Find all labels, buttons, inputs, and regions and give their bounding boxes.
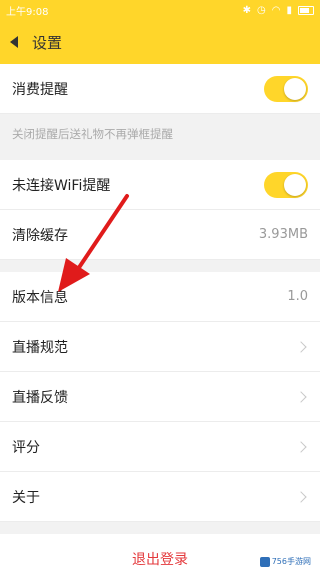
status-icons: ✱ ◷ ◠ ▮: [243, 5, 314, 16]
app-bar: 设置: [0, 20, 320, 64]
live-rules-row[interactable]: 直播规范: [0, 322, 320, 372]
version-info-row[interactable]: 版本信息 1.0: [0, 272, 320, 322]
live-feedback-label: 直播反馈: [12, 389, 68, 406]
battery-icon: [298, 5, 314, 15]
section-gap: [0, 522, 320, 534]
consumption-reminder-row: 消费提醒: [0, 64, 320, 114]
status-time: 上午9:08: [6, 6, 49, 18]
wifi-reminder-toggle[interactable]: [264, 171, 308, 198]
consumption-reminder-hint: 关闭提醒后送礼物不再弹框提醒: [0, 114, 320, 160]
watermark-logo-icon: [259, 556, 270, 567]
consumption-reminder-toggle[interactable]: [264, 75, 308, 102]
about-label: 关于: [12, 489, 40, 506]
chevron-right-icon: [295, 440, 307, 453]
cache-size-value: 3.93MB: [258, 227, 308, 242]
chevron-right-icon: [295, 340, 307, 353]
chevron-right-icon: [295, 490, 307, 503]
version-info-label: 版本信息: [12, 289, 68, 306]
version-value: 1.0: [287, 289, 308, 304]
bluetooth-icon: ✱: [242, 4, 252, 16]
toggle-knob: [284, 173, 306, 196]
watermark-text: 756手游网: [271, 557, 311, 566]
live-rules-label: 直播规范: [12, 339, 68, 356]
live-feedback-row[interactable]: 直播反馈: [0, 372, 320, 422]
rating-label: 评分: [12, 439, 40, 456]
back-arrow-icon[interactable]: [10, 36, 18, 48]
chevron-right-icon: [295, 390, 307, 403]
status-bar: 上午9:08 ✱ ◷ ◠ ▮: [0, 0, 320, 20]
wifi-icon: ◠: [271, 4, 281, 16]
clear-cache-row[interactable]: 清除缓存 3.93MB: [0, 210, 320, 260]
toggle-knob: [284, 77, 306, 100]
wifi-reminder-row: 未连接WiFi提醒: [0, 160, 320, 210]
page-title: 设置: [32, 33, 63, 52]
watermark: 756手游网: [256, 555, 314, 568]
rating-row[interactable]: 评分: [0, 422, 320, 472]
clear-cache-label: 清除缓存: [12, 227, 68, 244]
about-row[interactable]: 关于: [0, 472, 320, 522]
signal-icon: ▮: [286, 4, 292, 16]
alarm-icon: ◷: [257, 4, 266, 16]
wifi-reminder-label: 未连接WiFi提醒: [12, 177, 111, 194]
consumption-reminder-label: 消费提醒: [12, 81, 68, 98]
section-gap: [0, 260, 320, 272]
